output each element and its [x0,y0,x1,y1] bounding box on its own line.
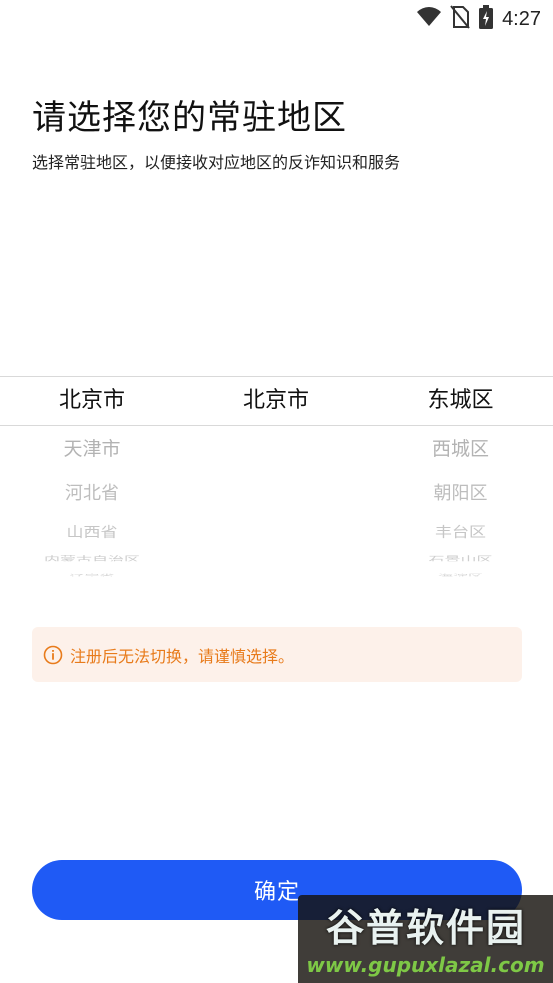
district-picker[interactable]: 东城区 西城区 朝阳区 丰台区 石景山区 海淀区 [368,376,553,586]
status-bar: 4:27 [0,0,553,38]
watermark-title: 谷普软件园 [325,906,526,950]
no-sim-icon [450,5,470,33]
province-picker[interactable]: 北京市 天津市 河北省 山西省 内蒙古自治区 辽宁省 [0,376,184,586]
district-option[interactable]: 石景山区 [368,555,553,562]
city-selected[interactable]: 北京市 [184,386,368,416]
watermark-url: www.gupuxlazal.com [306,953,545,977]
page-subtitle: 选择常驻地区，以便接收对应地区的反诈知识和服务 [32,153,401,172]
notice-text: 注册后无法切换，请谨慎选择。 [70,646,295,666]
province-option[interactable]: 内蒙古自治区 [0,555,184,562]
status-time: 4:27 [502,7,541,30]
district-selected[interactable]: 东城区 [368,386,553,416]
province-selected[interactable]: 北京市 [0,386,184,416]
province-option[interactable]: 辽宁省 [0,574,184,577]
province-option[interactable]: 天津市 [0,436,184,462]
wifi-icon [416,6,442,32]
region-select-screen: 4:27 请选择您的常驻地区 选择常驻地区，以便接收对应地区的反诈知识和服务 北… [0,0,553,983]
district-option[interactable]: 朝阳区 [368,482,553,506]
district-option[interactable]: 海淀区 [368,574,553,577]
city-picker[interactable]: 北京市 [184,376,368,586]
province-option[interactable]: 河北省 [0,482,184,506]
district-option[interactable]: 丰台区 [368,524,553,542]
district-option[interactable]: 西城区 [368,436,553,462]
province-option[interactable]: 山西省 [0,524,184,542]
info-icon [43,645,63,665]
battery-charging-icon [478,5,494,33]
status-icons: 4:27 [416,5,541,33]
page-title: 请选择您的常驻地区 [32,98,347,138]
warning-notice: 注册后无法切换，请谨慎选择。 [32,627,522,682]
watermark-logo: 谷普软件园 www.gupuxlazal.com [298,895,553,983]
